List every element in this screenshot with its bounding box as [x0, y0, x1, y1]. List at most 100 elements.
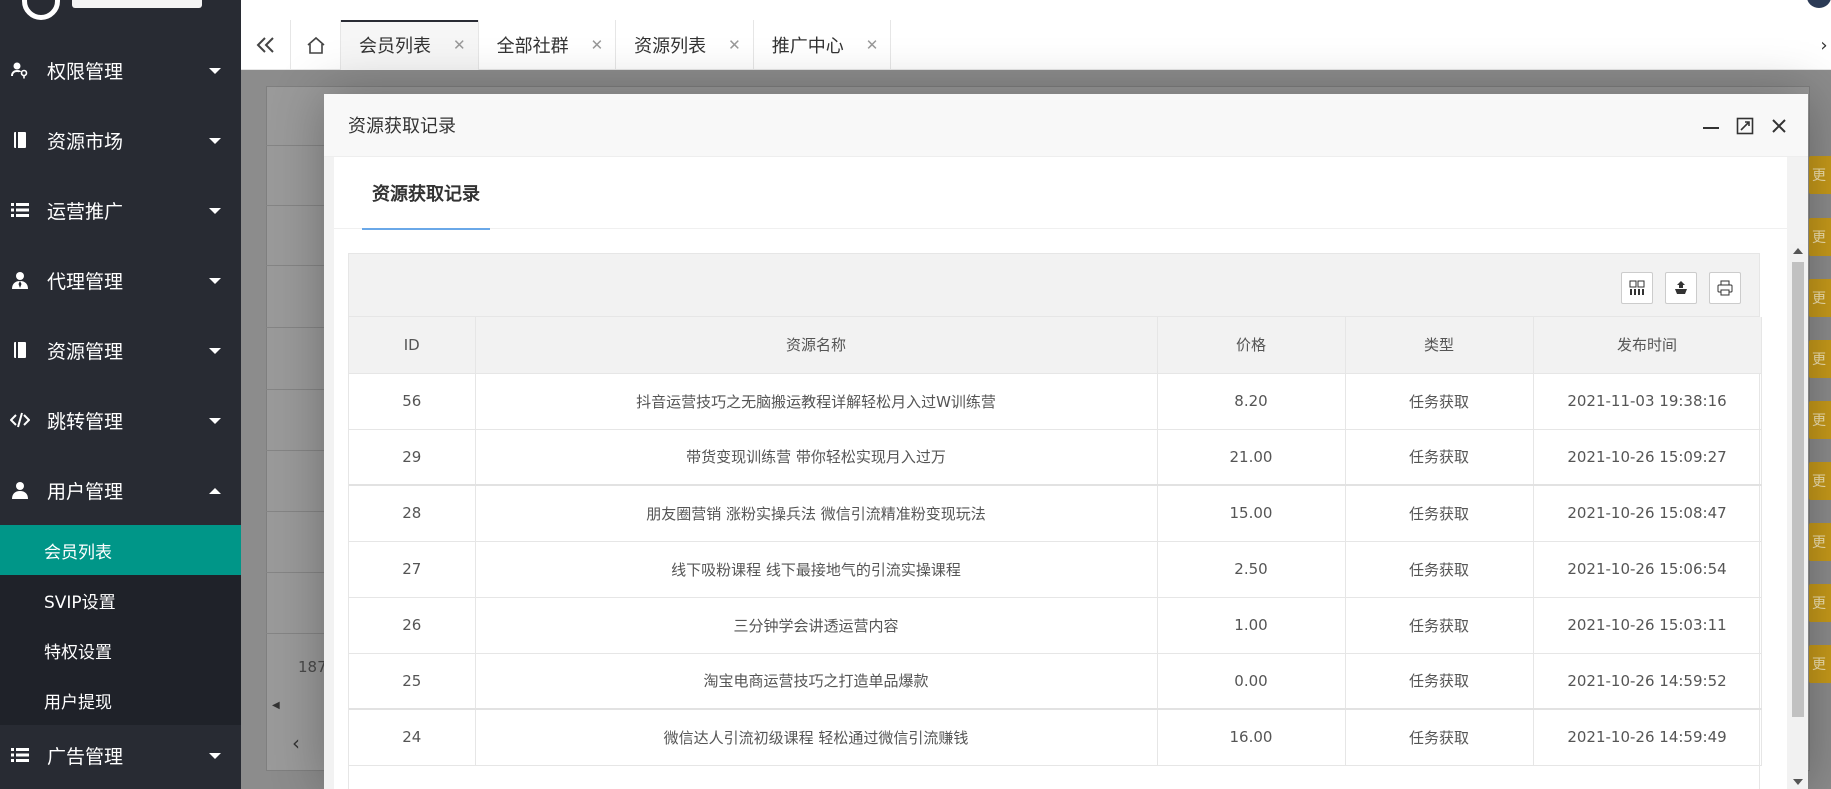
- chevron-down-icon: [209, 68, 221, 74]
- background-edit-tag: 更: [1809, 279, 1831, 317]
- sidebar-item-label: 广告管理: [47, 745, 124, 768]
- close-icon[interactable]: ✕: [591, 36, 604, 54]
- minimize-button[interactable]: [1700, 115, 1722, 137]
- cell-price: 21.00: [1157, 429, 1346, 486]
- cell-price: 0.00: [1157, 653, 1346, 710]
- column-header-id[interactable]: ID: [349, 317, 476, 374]
- cell-name: 淘宝电商运营技巧之打造单品爆款: [475, 653, 1158, 710]
- column-header-time[interactable]: 发布时间: [1533, 317, 1762, 374]
- list-icon: [10, 745, 30, 765]
- sidebar-item-redirect[interactable]: 跳转管理: [0, 385, 241, 455]
- print-button[interactable]: [1709, 272, 1741, 304]
- tab-member-list[interactable]: 会员列表 ✕: [341, 20, 479, 70]
- sidebar-item-label: 权限管理: [47, 60, 124, 83]
- close-icon[interactable]: ✕: [866, 36, 879, 54]
- table-row[interactable]: 27 线下吸粉课程 线下最接地气的引流实操课程 2.50 任务获取 2021-1…: [349, 541, 1762, 598]
- table-row[interactable]: 29 带货变现训练营 带你轻松实现月入过万 21.00 任务获取 2021-10…: [349, 429, 1762, 486]
- cell-time: 2021-10-26 15:06:54: [1533, 541, 1762, 598]
- tab-all-groups[interactable]: 全部社群 ✕: [479, 20, 617, 70]
- scrollbar-thumb[interactable]: [1792, 262, 1804, 717]
- cell-id: 26: [349, 597, 476, 654]
- tab-label: 全部社群: [496, 36, 569, 57]
- sidebar-item-agent[interactable]: 代理管理: [0, 245, 241, 315]
- close-button[interactable]: [1768, 115, 1790, 137]
- chevron-down-icon: [209, 138, 221, 144]
- avatar[interactable]: [1807, 0, 1831, 8]
- column-header-price[interactable]: 价格: [1157, 317, 1346, 374]
- book-icon: [10, 130, 30, 150]
- collapse-sidebar-button[interactable]: [241, 20, 291, 70]
- agent-icon: [10, 270, 30, 290]
- chevron-up-icon: [209, 488, 221, 494]
- resource-record-modal: 资源获取记录 资源获取记录 ID 资源名称 价格 类型 发布时间 56 抖音运营…: [324, 94, 1808, 789]
- close-icon[interactable]: ✕: [728, 36, 741, 54]
- cell-name: 微信达人引流初级课程 轻松通过微信引流赚钱: [475, 709, 1158, 766]
- background-row: [266, 330, 326, 390]
- background-row: [266, 86, 326, 146]
- sidebar-subitem-label: 用户提现: [44, 692, 112, 713]
- tab-resource-list[interactable]: 资源列表 ✕: [616, 20, 754, 70]
- table-row[interactable]: 56 抖音运营技巧之无脑搬运教程详解轻松月入过W训练营 8.20 任务获取 20…: [349, 373, 1762, 430]
- modal-scrollbar[interactable]: [1790, 244, 1806, 789]
- maximize-icon: [1736, 117, 1754, 134]
- cell-price: 1.00: [1157, 597, 1346, 654]
- table-header-row: ID 资源名称 价格 类型 发布时间: [349, 317, 1762, 374]
- cell-name: 朋友圈营销 涨粉实操兵法 微信引流精准粉变现玩法: [475, 485, 1158, 542]
- cell-price: 2.50: [1157, 541, 1346, 598]
- tab-label: 资源获取记录: [372, 184, 480, 205]
- cell-name: 抖音运营技巧之无脑搬运教程详解轻松月入过W训练营: [475, 373, 1158, 430]
- sidebar-item-ads[interactable]: 广告管理: [0, 725, 241, 785]
- sidebar: 权限管理 资源市场 运营推广 代理管理 资源管理 跳转管理 用户管理 会员列表 …: [0, 0, 241, 789]
- chevron-right-icon[interactable]: ›: [1817, 20, 1831, 70]
- sidebar-item-resource-manage[interactable]: 资源管理: [0, 315, 241, 385]
- sidebar-item-operation[interactable]: 运营推广: [0, 175, 241, 245]
- cell-id: 56: [349, 373, 476, 430]
- sidebar-subitem-svip[interactable]: SVIP设置: [0, 575, 241, 625]
- modal-window-controls: [1700, 94, 1790, 157]
- cell-price: 8.20: [1157, 373, 1346, 430]
- cell-type: 任务获取: [1345, 373, 1534, 430]
- code-icon: [10, 410, 30, 430]
- table-row[interactable]: 25 淘宝电商运营技巧之打造单品爆款 0.00 任务获取 2021-10-26 …: [349, 653, 1762, 710]
- column-header-type[interactable]: 类型: [1345, 317, 1534, 374]
- sidebar-subitem-member-list[interactable]: 会员列表: [0, 525, 241, 575]
- maximize-button[interactable]: [1734, 115, 1756, 137]
- column-header-name[interactable]: 资源名称: [475, 317, 1158, 374]
- sidebar-item-users[interactable]: 用户管理: [0, 455, 241, 525]
- sidebar-item-permission[interactable]: 权限管理: [0, 35, 241, 105]
- background-row: [266, 206, 326, 266]
- sidebar-item-label: 用户管理: [47, 480, 124, 503]
- modal-title-bar: 资源获取记录: [324, 94, 1808, 157]
- scroll-up-icon[interactable]: [1793, 248, 1803, 254]
- background-edit-tag: 更: [1809, 340, 1831, 378]
- export-button[interactable]: [1665, 272, 1697, 304]
- chevron-down-icon: [209, 208, 221, 214]
- cell-id: 25: [349, 653, 476, 710]
- sidebar-subitem-withdraw[interactable]: 用户提现: [0, 675, 241, 725]
- sidebar-item-resource-market[interactable]: 资源市场: [0, 105, 241, 175]
- home-tab[interactable]: [291, 20, 341, 70]
- sidebar-menu: 权限管理 资源市场 运营推广 代理管理 资源管理 跳转管理 用户管理 会员列表 …: [0, 35, 241, 785]
- close-icon[interactable]: ✕: [453, 36, 466, 54]
- sidebar-item-label: 跳转管理: [47, 410, 124, 433]
- background-row: [266, 146, 326, 206]
- background-pager-prev[interactable]: ‹: [266, 718, 326, 768]
- close-icon: [1772, 118, 1786, 133]
- filter-columns-button[interactable]: [1621, 272, 1653, 304]
- sidebar-item-label: 资源管理: [47, 340, 124, 363]
- background-count: 187: [298, 658, 327, 676]
- background-row: [266, 391, 326, 451]
- scroll-down-icon[interactable]: [1793, 779, 1803, 785]
- table-row[interactable]: 24 微信达人引流初级课程 轻松通过微信引流赚钱 16.00 任务获取 2021…: [349, 709, 1762, 766]
- cell-time: 2021-10-26 15:03:11: [1533, 597, 1762, 654]
- tab-promotion-center[interactable]: 推广中心 ✕: [754, 20, 892, 70]
- record-card: 资源获取记录 ID 资源名称 价格 类型 发布时间 56 抖音运营技巧之无脑搬运…: [334, 157, 1787, 789]
- cell-name: 三分钟学会讲透运营内容: [475, 597, 1158, 654]
- cell-time: 2021-11-03 19:38:16: [1533, 373, 1762, 430]
- table-row[interactable]: 26 三分钟学会讲透运营内容 1.00 任务获取 2021-10-26 15:0…: [349, 597, 1762, 654]
- sidebar-subitem-privilege[interactable]: 特权设置: [0, 625, 241, 675]
- modal-body: 资源获取记录 ID 资源名称 价格 类型 发布时间 56 抖音运营技巧之无脑搬运…: [324, 157, 1808, 789]
- table-row[interactable]: 28 朋友圈营销 涨粉实操兵法 微信引流精准粉变现玩法 15.00 任务获取 2…: [349, 485, 1762, 542]
- tab-resource-record[interactable]: 资源获取记录: [362, 157, 490, 230]
- sidebar-subitem-label: 特权设置: [44, 642, 112, 663]
